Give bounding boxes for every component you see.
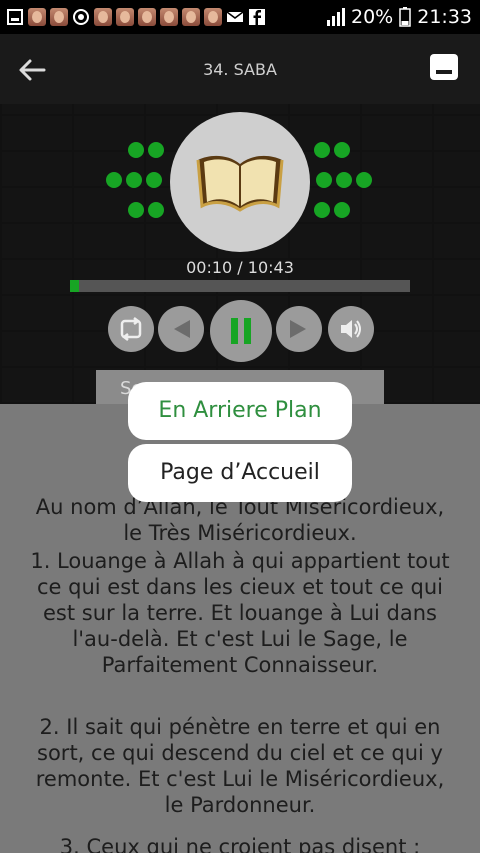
sync-icon [73,9,89,25]
mail-icon [226,11,244,22]
signal-icon [327,8,345,26]
previous-button[interactable] [158,306,204,352]
next-icon [290,320,306,338]
contact-avatar-icon [50,8,68,26]
next-button[interactable] [276,306,322,352]
contact-avatar-icon [204,8,222,26]
playback-time: 00:10 / 10:43 [186,258,294,277]
repeat-icon [120,317,142,341]
battery-level: 20% [351,6,394,28]
volume-button[interactable] [328,306,374,352]
pause-button[interactable] [210,300,272,362]
background-play-button[interactable]: En Arriere Plan [128,382,352,440]
repeat-button[interactable] [108,306,154,352]
clock: 21:33 [417,6,472,28]
contact-avatar-icon [138,8,156,26]
equalizer-dots-right [312,142,376,232]
progress-bar[interactable] [70,280,410,292]
contact-avatar-icon [94,8,112,26]
contact-avatar-icon [28,8,46,26]
battery-icon [399,7,411,27]
surah-title: 34. SABA [203,60,277,79]
verse-2: 2. Il sait qui pénètre en terre et qui e… [35,715,445,817]
notification-icons [0,8,266,26]
open-book-icon [196,155,284,212]
pause-icon [231,318,251,344]
system-status: 20% 21:33 [325,0,472,34]
facebook-icon [249,9,265,25]
volume-icon [341,320,361,338]
contact-avatar-icon [116,8,134,26]
verse-3: 3. Ceux qui ne croient pas disent : [59,835,421,853]
quran-cover [170,112,310,252]
screenshot-icon [7,9,23,25]
equalizer-dots-left [106,142,170,232]
contact-avatar-icon [182,8,200,26]
status-bar: 20% 21:33 [0,0,480,34]
playback-controls [0,300,480,362]
contact-avatar-icon [160,8,178,26]
app-bar: 34. SABA [0,34,480,104]
home-page-button[interactable]: Page d’Accueil [128,444,352,502]
previous-icon [174,320,190,338]
audio-player: 00:10 / 10:43 Se [0,104,480,408]
progress-fill [70,280,80,292]
verse-1: 1. Louange à Allah à qui appartient tout… [30,549,450,677]
minimize-button[interactable] [430,54,458,80]
